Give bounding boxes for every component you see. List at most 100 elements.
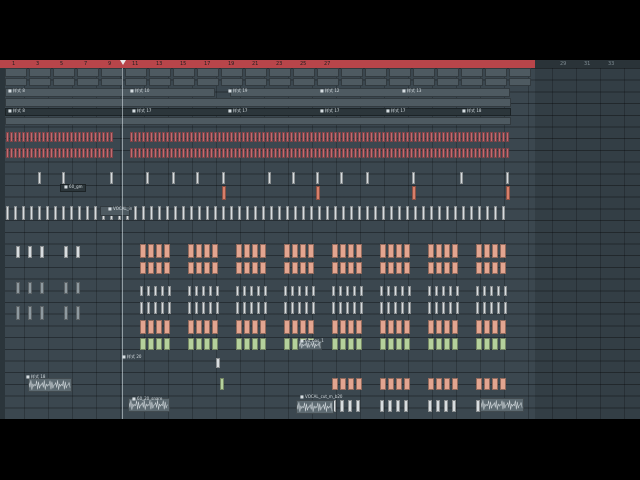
pattern-clip[interactable] — [218, 148, 221, 158]
pattern-clip[interactable] — [194, 148, 197, 158]
pattern-clip[interactable] — [470, 132, 473, 142]
pattern-clip[interactable] — [258, 148, 261, 158]
pattern-clip[interactable] — [195, 302, 198, 314]
pattern-clip[interactable] — [414, 206, 417, 220]
pattern-clip[interactable] — [58, 132, 61, 142]
pattern-clip[interactable] — [242, 132, 245, 142]
pattern-clip[interactable] — [444, 244, 450, 258]
pattern-clip[interactable] — [22, 148, 25, 158]
pattern-clip[interactable] — [322, 148, 325, 158]
pattern-clip[interactable] — [478, 206, 481, 220]
pattern-clip[interactable] — [262, 206, 265, 220]
pattern-clip[interactable] — [437, 68, 459, 77]
pattern-clip[interactable] — [330, 148, 333, 158]
pattern-clip[interactable] — [156, 262, 162, 274]
pattern-clip[interactable] — [306, 148, 309, 158]
pattern-clip[interactable] — [318, 148, 321, 158]
pattern-clip[interactable] — [300, 320, 306, 334]
pattern-clip[interactable] — [164, 320, 170, 334]
pattern-clip[interactable] — [246, 132, 249, 142]
pattern-clip[interactable] — [154, 302, 157, 314]
pattern-clip[interactable] — [269, 78, 291, 86]
pattern-clip[interactable] — [341, 78, 363, 86]
pattern-clip[interactable] — [306, 132, 309, 142]
pattern-clip[interactable] — [482, 132, 485, 142]
pattern-clip[interactable] — [308, 262, 314, 274]
pattern-clip[interactable] — [486, 132, 489, 142]
pattern-clip[interactable] — [140, 244, 146, 258]
pattern-clip[interactable] — [484, 320, 490, 334]
pattern-clip[interactable] — [286, 132, 289, 142]
pattern-clip[interactable] — [266, 132, 269, 142]
pattern-clip[interactable] — [202, 148, 205, 158]
pattern-clip[interactable] — [382, 148, 385, 158]
pattern-clip[interactable] — [245, 78, 267, 86]
pattern-clip[interactable] — [250, 132, 253, 142]
pattern-clip[interactable] — [504, 302, 507, 314]
pattern-clip[interactable] — [396, 262, 402, 274]
pattern-clip[interactable] — [444, 262, 450, 274]
pattern-clip[interactable] — [5, 68, 27, 77]
pattern-clip[interactable] — [164, 262, 170, 274]
pattern-clip[interactable] — [365, 68, 387, 77]
pattern-clip[interactable] — [46, 132, 49, 142]
pattern-clip[interactable] — [77, 78, 99, 86]
pattern-clip[interactable] — [70, 206, 73, 220]
pattern-clip[interactable] — [270, 148, 273, 158]
pattern-clip[interactable] — [300, 244, 306, 258]
pattern-clip[interactable] — [226, 132, 229, 142]
pattern-clip[interactable] — [408, 286, 411, 296]
pattern-clip[interactable] — [360, 302, 363, 314]
pattern-clip[interactable] — [64, 306, 68, 320]
pattern-clip[interactable] — [245, 68, 267, 77]
pattern-clip[interactable] — [452, 244, 458, 258]
pattern-clip[interactable] — [500, 378, 506, 390]
pattern-clip[interactable] — [378, 132, 381, 142]
pattern-clip[interactable] — [243, 286, 246, 296]
pattern-clip[interactable] — [314, 148, 317, 158]
pattern-clip[interactable] — [82, 132, 85, 142]
pattern-clip[interactable] — [428, 302, 431, 314]
pattern-clip[interactable] — [310, 206, 313, 220]
pattern-clip[interactable] — [254, 206, 257, 220]
pattern-clip[interactable] — [404, 320, 410, 334]
pattern-clip[interactable] — [218, 132, 221, 142]
pattern-clip[interactable] — [341, 68, 363, 77]
pattern-clip[interactable] — [125, 78, 147, 86]
pattern-clip[interactable] — [305, 286, 308, 296]
pattern-clip[interactable] — [408, 302, 411, 314]
pattern-clip[interactable] — [444, 338, 450, 350]
pattern-clip[interactable] — [434, 148, 437, 158]
pattern-clip[interactable] — [62, 206, 65, 220]
pattern-clip[interactable] — [413, 78, 435, 86]
pattern-clip[interactable] — [182, 132, 185, 142]
pattern-clip[interactable] — [436, 320, 442, 334]
pattern-clip[interactable] — [358, 206, 361, 220]
pattern-clip[interactable] — [484, 338, 490, 350]
pattern-clip[interactable] — [340, 320, 346, 334]
pattern-clip[interactable] — [76, 306, 80, 320]
pattern-clip[interactable] — [426, 132, 429, 142]
pattern-clip[interactable] — [380, 244, 386, 258]
pattern-clip[interactable] — [70, 132, 73, 142]
pattern-clip[interactable] — [292, 320, 298, 334]
pattern-clip[interactable] — [204, 320, 210, 334]
pattern-clip[interactable] — [492, 320, 498, 334]
pattern-clip[interactable] — [156, 244, 162, 258]
pattern-clip[interactable] — [494, 132, 497, 142]
pattern-clip[interactable] — [483, 302, 486, 314]
pattern-clip[interactable] — [234, 132, 237, 142]
pattern-clip[interactable] — [147, 286, 150, 296]
pattern-clip[interactable] — [442, 286, 445, 296]
pattern-clip[interactable] — [406, 206, 409, 220]
pattern-clip[interactable] — [494, 206, 497, 220]
pattern-clip[interactable] — [404, 244, 410, 258]
pattern-clip[interactable] — [53, 78, 75, 86]
pattern-clip[interactable] — [396, 400, 400, 412]
pattern-clip[interactable] — [230, 88, 510, 97]
pattern-clip[interactable] — [502, 206, 505, 220]
pattern-clip[interactable] — [422, 206, 425, 220]
pattern-clip[interactable] — [386, 148, 389, 158]
pattern-clip[interactable] — [330, 132, 333, 142]
pattern-clip[interactable] — [102, 132, 105, 142]
